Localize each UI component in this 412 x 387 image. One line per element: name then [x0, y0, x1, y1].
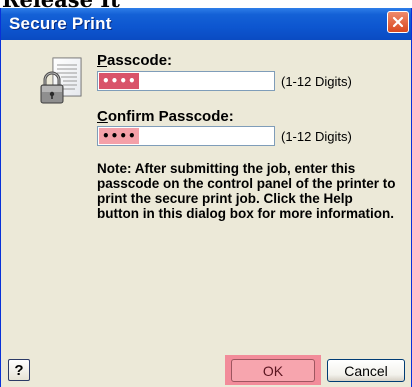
- help-button[interactable]: ?: [8, 359, 30, 381]
- help-icon: ?: [14, 361, 24, 379]
- passcode-label-text: asscode:: [107, 52, 173, 69]
- confirm-passcode-value: ••••: [102, 129, 137, 143]
- passcode-label-accelerator: P: [97, 52, 108, 69]
- close-icon: [392, 16, 404, 28]
- passcode-value: ••••: [102, 74, 137, 88]
- secure-print-dialog: Secure Print Passcode: •••• (1-12 Digits…: [0, 8, 412, 387]
- screenshot-page: Release It Secure Print: [0, 0, 412, 387]
- confirm-passcode-label-accelerator: C: [97, 108, 108, 125]
- confirm-passcode-label-text: onfirm Passcode:: [107, 108, 234, 125]
- close-button[interactable]: [387, 11, 409, 33]
- cancel-button[interactable]: Cancel: [327, 359, 405, 382]
- passcode-label: Passcode:: [97, 52, 172, 69]
- passcode-hint: (1-12 Digits): [281, 74, 352, 89]
- confirm-passcode-label: Confirm Passcode:: [97, 108, 234, 125]
- passcode-field[interactable]: ••••: [97, 71, 275, 91]
- title-bar[interactable]: Secure Print: [1, 8, 411, 40]
- note-text: Note: After submitting the job, enter th…: [97, 161, 396, 221]
- confirm-passcode-field[interactable]: ••••: [97, 126, 275, 146]
- lock-document-icon: [40, 57, 82, 104]
- confirm-passcode-selection: ••••: [99, 128, 139, 144]
- window-title: Secure Print: [9, 14, 112, 33]
- confirm-passcode-hint: (1-12 Digits): [281, 129, 352, 144]
- ok-button[interactable]: OK: [231, 359, 315, 382]
- passcode-selection: ••••: [99, 73, 139, 89]
